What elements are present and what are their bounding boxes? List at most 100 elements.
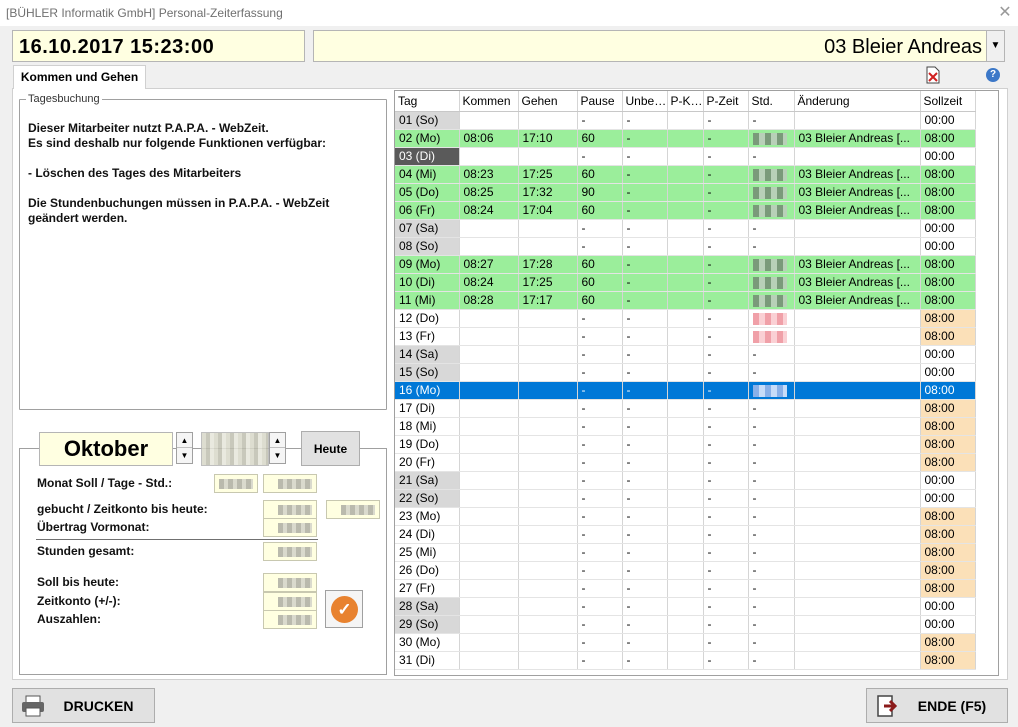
cell-std: - xyxy=(748,507,795,526)
cell-pause: - xyxy=(577,399,623,418)
cell-pzeit: - xyxy=(703,201,749,220)
cell-kommen: 08:24 xyxy=(459,201,519,220)
close-icon[interactable]: ✕ xyxy=(992,0,1018,26)
cell-std: - xyxy=(748,525,795,544)
cell-pause: 60 xyxy=(577,255,623,274)
year-spinner[interactable]: ▲ ▼ xyxy=(269,432,286,464)
cell-aenderung xyxy=(794,561,921,580)
table-row[interactable]: 09 (Mo) 08:27 17:28 60- -03 Bleier Andreas [… xyxy=(395,255,976,274)
cell-kommen xyxy=(459,489,519,508)
table-row[interactable]: 31 (Di) - - - -08:00 xyxy=(395,651,976,670)
spin-down-icon[interactable]: ▼ xyxy=(177,448,192,463)
cell-tag: 06 (Fr) xyxy=(395,201,460,220)
table-row[interactable]: 24 (Di) - - - -08:00 xyxy=(395,525,976,544)
table-row[interactable]: 26 (Do) - - - -08:00 xyxy=(395,561,976,580)
cell-tag: 23 (Mo) xyxy=(395,507,460,526)
table-row[interactable]: 07 (Sa) - - - -00:00 xyxy=(395,219,976,238)
cell-kommen xyxy=(459,615,519,634)
column-header-std[interactable]: Std. xyxy=(748,91,795,112)
table-row[interactable]: 28 (Sa) - - - -00:00 xyxy=(395,597,976,616)
table-row[interactable]: 30 (Mo) - - - -08:00 xyxy=(395,633,976,652)
table-row[interactable]: 18 (Mi) - - - -08:00 xyxy=(395,417,976,436)
month-field[interactable]: Oktober xyxy=(39,432,173,466)
table-row[interactable]: 05 (Do) 08:25 17:32 90- -03 Bleier Andreas [… xyxy=(395,183,976,202)
help-icon[interactable]: ? xyxy=(986,68,1000,82)
cell-pause: - xyxy=(577,543,623,562)
cell-aenderung xyxy=(794,417,921,436)
cell-unbe: - xyxy=(622,651,668,670)
column-header-unbe[interactable]: Unbe… xyxy=(622,91,668,112)
table-row[interactable]: 23 (Mo) - - - -08:00 xyxy=(395,507,976,526)
table-row[interactable]: 25 (Mi) - - - -08:00 xyxy=(395,543,976,562)
table-row[interactable]: 02 (Mo) 08:06 17:10 60- -03 Bleier Andreas [… xyxy=(395,129,976,148)
cell-pk xyxy=(667,219,704,238)
table-row[interactable]: 27 (Fr) - - - -08:00 xyxy=(395,579,976,598)
column-header-aenderung[interactable]: Änderung xyxy=(794,91,921,112)
table-row[interactable]: 13 (Fr) - - -08:00 xyxy=(395,327,976,346)
table-row[interactable]: 03 (Di) - - - -00:00 xyxy=(395,147,976,166)
table-row[interactable]: 01 (So) - - - -00:00 xyxy=(395,111,976,130)
cell-unbe: - xyxy=(622,147,668,166)
table-row[interactable]: 20 (Fr) - - - -08:00 xyxy=(395,453,976,472)
table-row[interactable]: 16 (Mo) - - -08:00 xyxy=(395,381,976,400)
spin-up-icon[interactable]: ▲ xyxy=(270,433,285,448)
cell-sollzeit: 08:00 xyxy=(920,435,976,454)
cell-gehen xyxy=(518,615,578,634)
check-icon: ✓ xyxy=(331,596,358,623)
column-header-tag[interactable]: Tag xyxy=(395,91,460,112)
table-row[interactable]: 06 (Fr) 08:24 17:04 60- -03 Bleier Andreas [… xyxy=(395,201,976,220)
cell-pzeit: - xyxy=(703,651,749,670)
today-button[interactable]: Heute xyxy=(301,431,360,466)
cell-kommen xyxy=(459,399,519,418)
year-field[interactable] xyxy=(201,432,269,466)
table-row[interactable]: 14 (Sa) - - - -00:00 xyxy=(395,345,976,364)
print-button[interactable]: DRUCKEN xyxy=(12,688,155,723)
table-row[interactable]: 08 (So) - - - -00:00 xyxy=(395,237,976,256)
chevron-down-icon[interactable]: ▼ xyxy=(986,31,1004,61)
column-header-pk[interactable]: P-K… xyxy=(667,91,704,112)
cell-pause: - xyxy=(577,219,623,238)
cell-std: - xyxy=(748,219,795,238)
column-header-gehen[interactable]: Gehen xyxy=(518,91,578,112)
cell-pzeit: - xyxy=(703,327,749,346)
cell-tag: 25 (Mi) xyxy=(395,543,460,562)
cell-pzeit: - xyxy=(703,471,749,490)
cell-kommen xyxy=(459,651,519,670)
cell-aenderung xyxy=(794,147,921,166)
column-header-pause[interactable]: Pause xyxy=(577,91,623,112)
table-row[interactable]: 21 (Sa) - - - -00:00 xyxy=(395,471,976,490)
table-row[interactable]: 11 (Mi) 08:28 17:17 60- -03 Bleier Andreas [… xyxy=(395,291,976,310)
cell-pzeit: - xyxy=(703,615,749,634)
tab-kommen-gehen[interactable]: Kommen und Gehen xyxy=(13,65,146,89)
redacted-hours xyxy=(752,330,787,343)
info-text: Dieser Mitarbeiter nutzt P.A.P.A. - WebZ… xyxy=(28,121,330,225)
spin-up-icon[interactable]: ▲ xyxy=(177,433,192,448)
confirm-button[interactable]: ✓ xyxy=(325,590,363,628)
cell-std: - xyxy=(748,399,795,418)
soll-heute-value xyxy=(263,573,317,592)
column-header-sollzeit[interactable]: Sollzeit xyxy=(920,91,976,112)
table-row[interactable]: 04 (Mi) 08:23 17:25 60- -03 Bleier Andreas [… xyxy=(395,165,976,184)
cell-aenderung: 03 Bleier Andreas [... xyxy=(794,165,921,184)
employee-select[interactable]: 03 Bleier Andreas ▼ xyxy=(313,30,1005,62)
cell-sollzeit: 08:00 xyxy=(920,183,976,202)
table-row[interactable]: 15 (So) - - - -00:00 xyxy=(395,363,976,382)
end-button[interactable]: ENDE (F5) xyxy=(866,688,1008,723)
month-spinner[interactable]: ▲ ▼ xyxy=(176,432,193,464)
table-row[interactable]: 19 (Do) - - - -08:00 xyxy=(395,435,976,454)
table-row[interactable]: 29 (So) - - - -00:00 xyxy=(395,615,976,634)
cell-pk xyxy=(667,129,704,148)
table-row[interactable]: 22 (So) - - - -00:00 xyxy=(395,489,976,508)
table-row[interactable]: 10 (Di) 08:24 17:25 60- -03 Bleier Andreas [… xyxy=(395,273,976,292)
cell-pk xyxy=(667,165,704,184)
label-soll-heute: Soll bis heute: xyxy=(37,575,120,589)
delete-document-icon[interactable] xyxy=(925,66,941,84)
cell-unbe: - xyxy=(622,111,668,130)
column-header-pzeit[interactable]: P-Zeit xyxy=(703,91,749,112)
table-row[interactable]: 17 (Di) - - - -08:00 xyxy=(395,399,976,418)
column-header-kommen[interactable]: Kommen xyxy=(459,91,519,112)
cell-pk xyxy=(667,273,704,292)
cell-gehen: 17:10 xyxy=(518,129,578,148)
table-row[interactable]: 12 (Do) - - -08:00 xyxy=(395,309,976,328)
spin-down-icon[interactable]: ▼ xyxy=(270,448,285,463)
